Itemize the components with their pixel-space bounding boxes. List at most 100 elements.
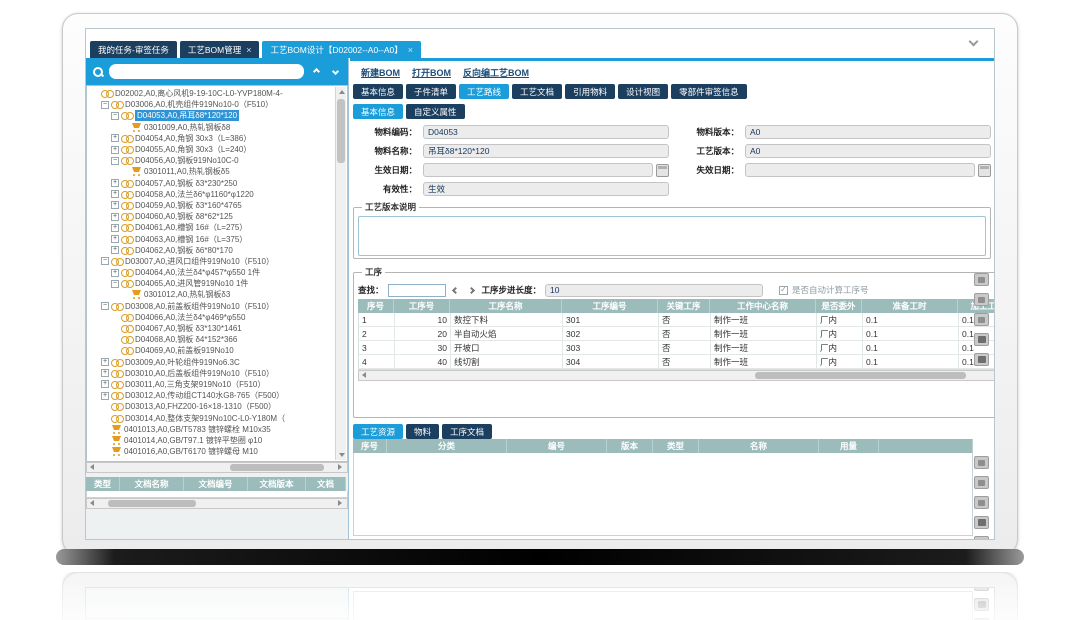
calendar-icon[interactable] [656, 164, 669, 177]
tree-node[interactable]: D03014,A0,整体支架919No10C-L0-Y180M（ [89, 412, 333, 423]
tree-node[interactable]: +D04064,A0,法兰δ4*φ457*φ550 1件 [89, 267, 333, 278]
tree-node[interactable]: +D04058,A0,法兰δ6*φ1160*φ1220 [89, 189, 333, 200]
tree-node[interactable]: −D04056,A0,钢板919No10C-0 [89, 155, 333, 166]
process-row[interactable]: 220半自动火焰302否制作一班厂内0.10.1 [359, 327, 995, 341]
expand-icon[interactable]: + [111, 146, 119, 154]
expand-icon[interactable]: + [111, 269, 119, 277]
find-next-button[interactable] [466, 284, 478, 296]
table-toolbar-button-5[interactable] [974, 536, 989, 540]
scroll-left-icon[interactable] [88, 499, 98, 508]
window-collapse-button[interactable] [970, 32, 984, 41]
tree-node[interactable]: +D03010,A0,后盖板组件919No10（F510） [89, 368, 333, 379]
bottom-tab-3[interactable]: 工序文档 [442, 424, 492, 439]
tab-5[interactable]: 引用物料 [565, 84, 615, 99]
material-name-field[interactable] [423, 144, 669, 158]
tree-node[interactable]: −D04053,A0,吊耳δ8*120*120 [89, 110, 333, 121]
expand-icon[interactable]: + [111, 201, 119, 209]
tree-node[interactable]: D04068,A0,钢板 δ4*152*366 [89, 334, 333, 345]
tree-search-input[interactable] [109, 64, 304, 79]
open-bom-link[interactable]: 打开BOM [412, 66, 451, 79]
tree-node[interactable]: 0301012,A0,热轧钢板δ3 [89, 289, 333, 300]
table-toolbar-button-1[interactable] [974, 273, 989, 286]
scroll-up-icon[interactable] [336, 87, 347, 97]
tree-node[interactable]: −D03007,A0,进风口组件919No10（F510） [89, 256, 333, 267]
tree-node[interactable]: +D03011,A0,三角支架919No10（F510） [89, 379, 333, 390]
tree-node[interactable]: −D04065,A0,进风管919No10 1件 [89, 278, 333, 289]
expand-icon[interactable]: + [111, 179, 119, 187]
table-toolbar-button-4[interactable] [974, 333, 989, 346]
expand-icon[interactable]: + [111, 213, 119, 221]
tree-node[interactable]: +D04054,A0,角钢 30x3（L=386） [89, 133, 333, 144]
reverse-bom-link[interactable]: 反向编工艺BOM [463, 66, 529, 79]
validity-field[interactable] [423, 182, 669, 196]
tree-node[interactable]: 0301011,A0,热轧钢板δ5 [89, 166, 333, 177]
tree-node[interactable]: +D04062,A0,钢板 δ6*80*170 [89, 245, 333, 256]
expand-icon[interactable]: + [111, 224, 119, 232]
collapse-icon[interactable]: − [111, 157, 119, 165]
tab-2[interactable]: 子件清单 [406, 84, 456, 99]
tree-node[interactable]: 0301009,A0,热轧钢板δ8 [89, 122, 333, 133]
expand-icon[interactable]: + [101, 358, 109, 366]
expand-icon[interactable]: + [101, 369, 109, 377]
tree-node[interactable]: 0401014,A0,GB/T97.1 镀锌平垫圈 φ10 [89, 435, 333, 446]
material-version-field[interactable] [745, 125, 991, 139]
tree-node[interactable]: +D03009,A0,叶轮组件919No6.3C [89, 357, 333, 368]
find-input[interactable] [388, 284, 446, 297]
process-version-field[interactable] [745, 144, 991, 158]
tree-node[interactable]: −D03008,A0,前盖板组件919No10（F510） [89, 301, 333, 312]
tree-node[interactable]: 0401013,A0,GB/T5783 镀锌螺栓 M10x35 [89, 424, 333, 435]
table-toolbar-button-4[interactable] [974, 516, 989, 529]
tree-node[interactable]: +D03012,A0,传动组CT140水G8-765（F500） [89, 390, 333, 401]
table-toolbar-button-2[interactable] [974, 293, 989, 306]
material-code-field[interactable] [423, 125, 669, 139]
tab-3[interactable]: 工艺路线 [459, 84, 509, 99]
tree-node[interactable]: D04066,A0,法兰δ4*φ469*φ550 [89, 312, 333, 323]
table-toolbar-button-2[interactable] [974, 476, 989, 489]
process-row[interactable]: 440线切割304否制作一班厂内0.10.1 [359, 355, 995, 369]
tree-node[interactable]: D03013,A0,FHZ200-16×18-1310（F500） [89, 401, 333, 412]
table-toolbar-button-5[interactable] [974, 353, 989, 366]
tree-vertical-scrollbar[interactable] [335, 87, 346, 460]
bottom-tab-1[interactable]: 工艺资源 [353, 424, 403, 439]
subtab-1[interactable]: 基本信息 [353, 104, 403, 119]
expand-icon[interactable]: + [111, 190, 119, 198]
tree-node[interactable]: 0401016,A0,GB/T6170 镀锌螺母 M10 [89, 446, 333, 457]
tree-node[interactable]: +D04059,A0,钢板 δ3*160*4765 [89, 200, 333, 211]
process-version-note-textarea[interactable] [358, 216, 986, 256]
collapse-icon[interactable]: − [101, 302, 109, 310]
expand-icon[interactable]: + [111, 134, 119, 142]
tree-node[interactable]: +D04063,A0,槽钢 16#（L=375） [89, 233, 333, 244]
tab-1[interactable]: 基本信息 [353, 84, 403, 99]
bottom-tab-2[interactable]: 物料 [406, 424, 439, 439]
auto-calc-checkbox[interactable]: ✓ [779, 286, 788, 295]
step-length-input[interactable] [545, 284, 763, 297]
tree-node[interactable]: +D04055,A0,角钢 30x3（L=240） [89, 144, 333, 155]
search-next-button[interactable] [328, 65, 342, 79]
expand-icon[interactable]: + [111, 246, 119, 254]
close-icon[interactable]: × [246, 46, 251, 54]
find-prev-button[interactable] [450, 284, 462, 296]
tree-node[interactable]: +D04060,A0,钢板 δ8*62*125 [89, 211, 333, 222]
collapse-icon[interactable]: − [101, 257, 109, 265]
operations-table-scrollbar[interactable] [358, 370, 995, 381]
tree-node[interactable]: D04067,A0,钢板 δ3*130*1461 [89, 323, 333, 334]
tab-6[interactable]: 设计视图 [618, 84, 668, 99]
calendar-icon[interactable] [978, 164, 991, 177]
window-tab-1[interactable]: 我的任务-审签任务 [90, 41, 177, 58]
effective-date-field[interactable] [423, 163, 653, 177]
table-toolbar-button-1[interactable] [974, 456, 989, 469]
document-table-scrollbar[interactable] [86, 498, 348, 509]
scrollbar-thumb[interactable] [108, 500, 196, 507]
scroll-right-icon[interactable] [336, 499, 346, 508]
search-prev-button[interactable] [309, 65, 323, 79]
tree-node[interactable]: +D04061,A0,槽钢 16#（L=275） [89, 222, 333, 233]
scrollbar-thumb[interactable] [230, 464, 324, 471]
tab-7[interactable]: 零部件审签信息 [671, 84, 747, 99]
tree-node[interactable]: D04069,A0,前盖板919No10 [89, 345, 333, 356]
process-row[interactable]: 110数控下料301否制作一班厂内0.10.1 [359, 313, 995, 327]
table-toolbar-button-3[interactable] [974, 496, 989, 509]
expand-icon[interactable]: + [101, 380, 109, 388]
window-tab-3[interactable]: 工艺BOM设计【D02002--A0--A0】× [262, 41, 421, 58]
scrollbar-thumb[interactable] [755, 372, 966, 379]
scroll-left-icon[interactable] [360, 371, 370, 380]
